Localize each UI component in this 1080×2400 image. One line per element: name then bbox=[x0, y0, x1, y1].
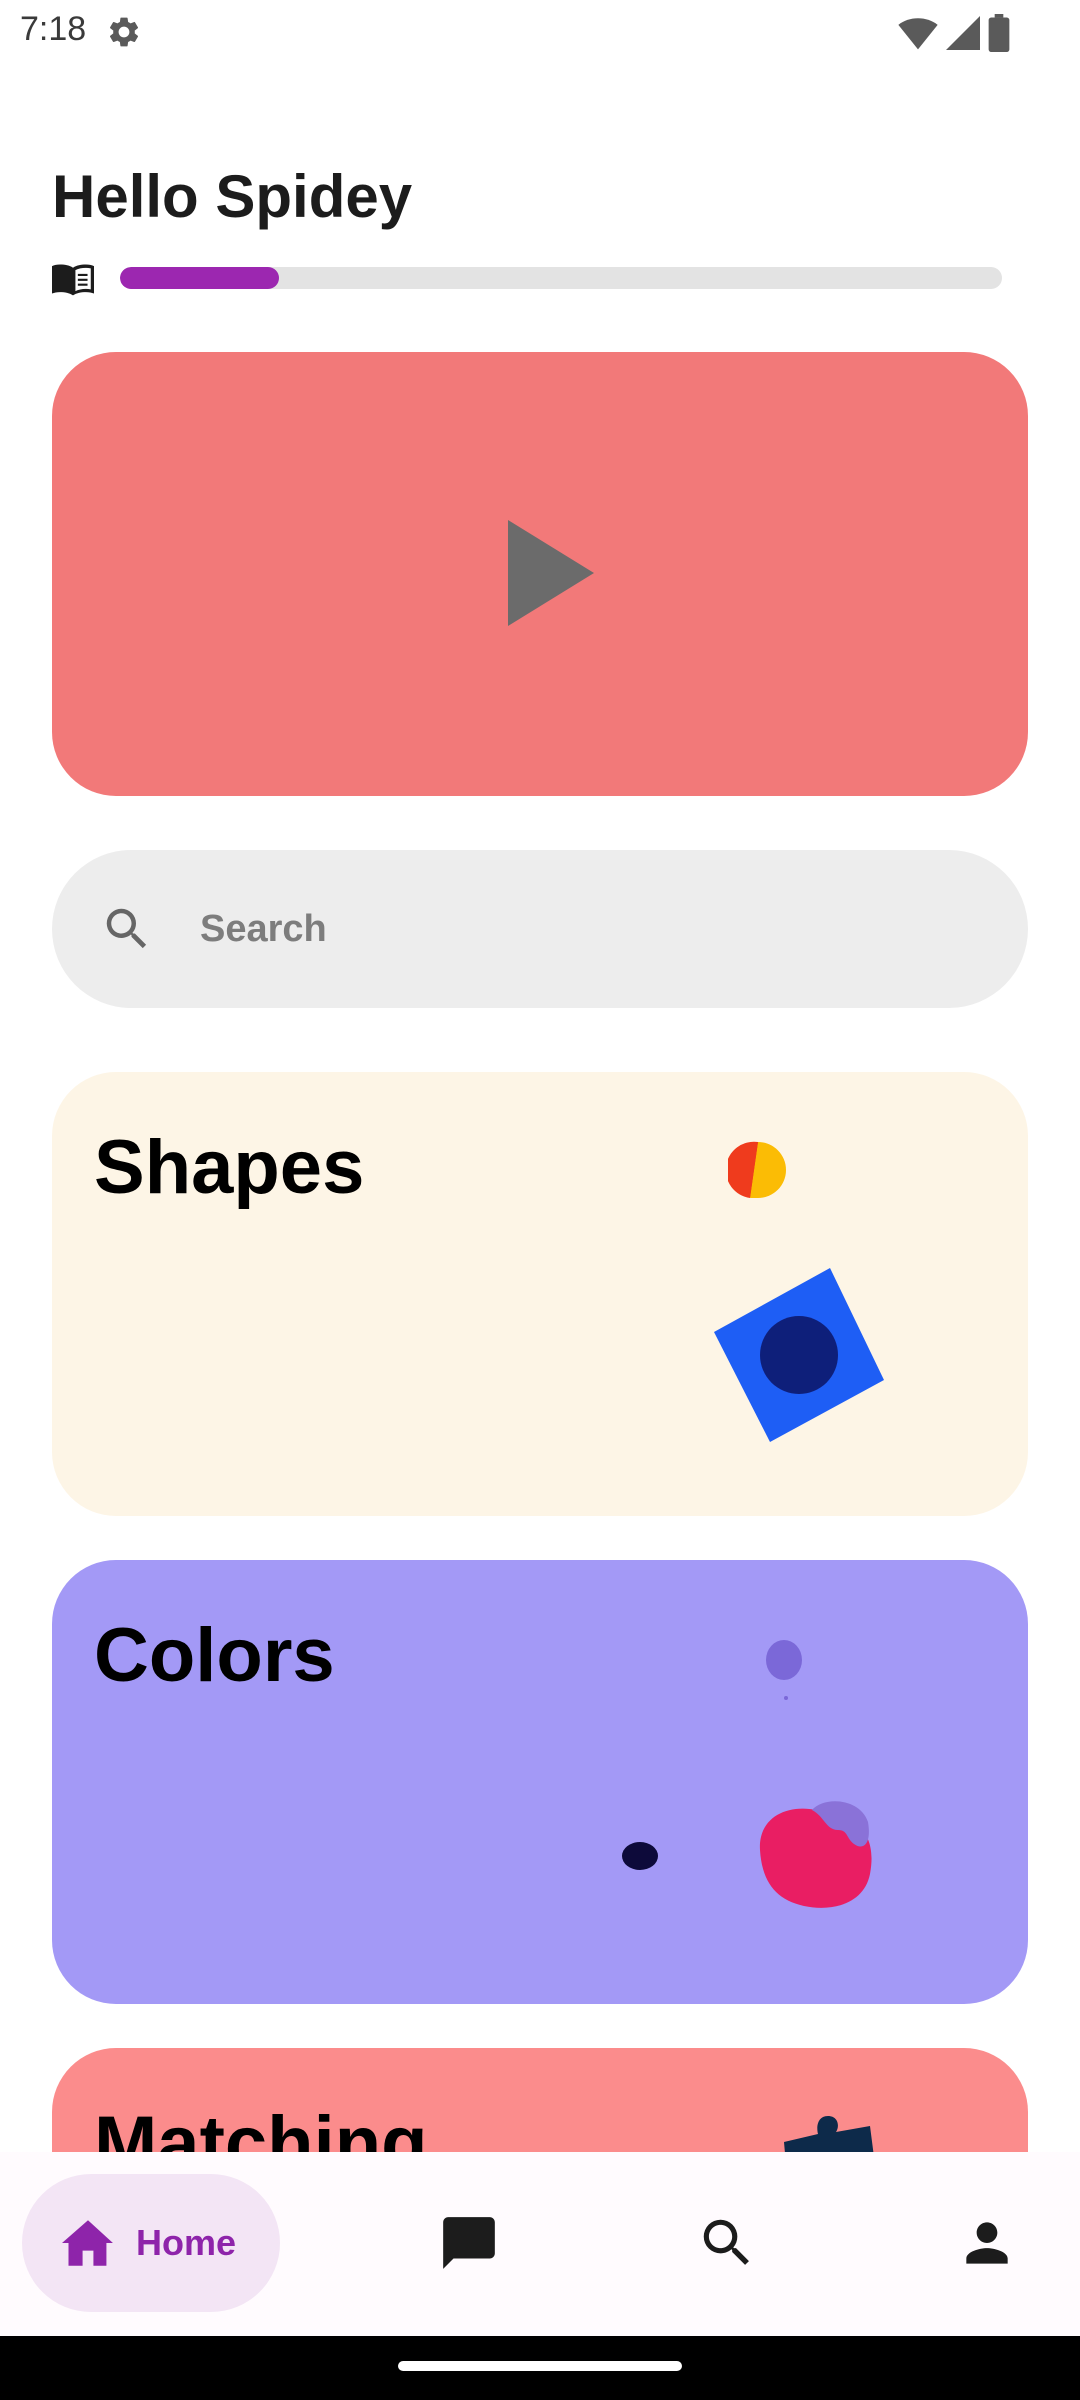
play-icon[interactable] bbox=[508, 520, 594, 626]
scroll-content[interactable]: 7:18 Hello Spidey Search Shapes Colors M… bbox=[0, 0, 1080, 2152]
battery-icon bbox=[988, 14, 1010, 52]
nav-item-label: Home bbox=[136, 2222, 237, 2263]
bottom-navigation: Home bbox=[0, 2152, 1080, 2336]
video-card[interactable] bbox=[52, 352, 1028, 796]
nav-item-home[interactable]: Home bbox=[22, 2174, 280, 2312]
category-card-colors[interactable]: Colors bbox=[52, 1560, 1028, 2004]
puzzle-piece-illustration bbox=[784, 2116, 874, 2152]
settings-gear-icon bbox=[109, 17, 139, 47]
chat-icon[interactable] bbox=[438, 2212, 500, 2274]
search-icon[interactable] bbox=[696, 2212, 758, 2274]
search-icon bbox=[106, 908, 147, 949]
book-icon bbox=[52, 264, 94, 296]
category-title: Colors bbox=[94, 1613, 335, 1698]
square-circle-shape-illustration bbox=[714, 1268, 884, 1442]
greeting-title: Hello Spidey bbox=[52, 163, 413, 230]
category-title: Matching bbox=[94, 2101, 428, 2152]
system-navigation-bar bbox=[0, 2336, 1080, 2400]
home-gesture-handle[interactable] bbox=[398, 2361, 682, 2371]
status-time: 7:18 bbox=[20, 10, 87, 48]
status-bar: 7:18 bbox=[0, 0, 1080, 64]
progress-fill bbox=[120, 267, 279, 289]
wifi-icon bbox=[898, 18, 938, 50]
paint-splash-illustration bbox=[622, 1640, 872, 1908]
half-circle-shape-illustration bbox=[728, 1141, 786, 1198]
person-icon[interactable] bbox=[956, 2212, 1018, 2274]
search-bar[interactable] bbox=[52, 850, 1028, 1008]
progress-bar bbox=[120, 267, 1002, 289]
signal-icon bbox=[946, 16, 980, 50]
home-icon bbox=[62, 2220, 113, 2266]
category-card-shapes[interactable]: Shapes bbox=[52, 1072, 1028, 1516]
search-input[interactable] bbox=[200, 898, 960, 960]
category-title: Shapes bbox=[94, 1125, 365, 1210]
category-card-matching[interactable]: Matching bbox=[52, 2048, 1028, 2152]
status-icons bbox=[898, 14, 1010, 52]
